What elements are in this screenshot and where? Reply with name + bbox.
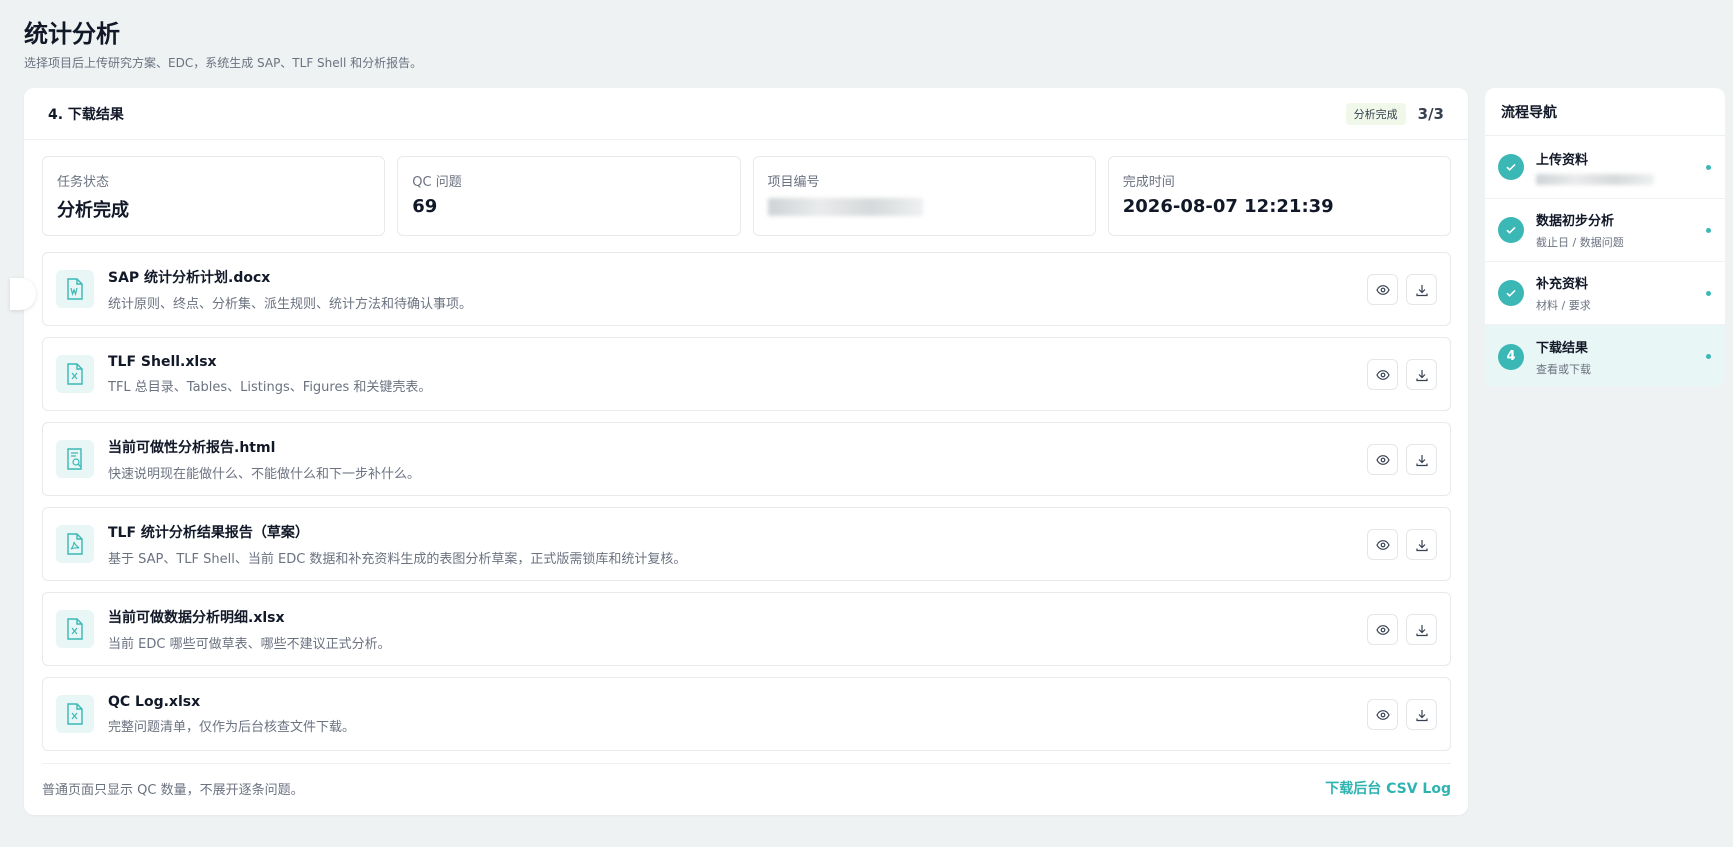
nav-item-upload[interactable]: 上传资料 <box>1485 136 1725 199</box>
preview-button[interactable] <box>1367 274 1398 305</box>
excel-file-icon <box>56 610 94 648</box>
stat-label: QC 问题 <box>412 175 462 190</box>
file-description: TFL 总目录、Tables、Listings、Figures 和关键壳表。 <box>108 379 432 395</box>
preview-button[interactable] <box>1367 529 1398 560</box>
nav-item-sub: 截止日 / 数据问题 <box>1536 236 1624 249</box>
eye-icon <box>1375 539 1390 550</box>
nav-item-sub: 材料 / 要求 <box>1536 299 1591 312</box>
card-footer: 普通页面只显示 QC 数量，不展开逐条问题。 下载后台 CSV Log <box>42 763 1451 798</box>
download-button[interactable] <box>1406 274 1437 305</box>
preview-button[interactable] <box>1367 614 1398 645</box>
preview-button[interactable] <box>1367 359 1398 390</box>
file-name: TLF 统计分析结果报告（草案） <box>108 524 309 541</box>
download-icon <box>1415 284 1428 296</box>
eye-icon <box>1375 624 1390 635</box>
check-icon <box>1498 217 1524 243</box>
file-description: 完整问题清单，仅作为后台核查文件下载。 <box>108 719 356 735</box>
status-dot <box>1706 165 1711 170</box>
download-icon <box>1415 454 1428 466</box>
nav-title: 流程导航 <box>1485 88 1725 136</box>
stat-label: 完成时间 <box>1122 175 1175 190</box>
download-results-card: 4. 下载结果 分析完成 3/3 任务状态 分析完成 QC 问题 69 项目编号… <box>10 88 1468 815</box>
file-description: 统计原则、终点、分析集、派生规则、统计方法和待确认事项。 <box>108 296 473 312</box>
nav-item-label: 上传资料 <box>1536 152 1589 168</box>
file-description: 基于 SAP、TLF Shell、当前 EDC 数据和补充资料生成的表图分析草案… <box>108 551 687 567</box>
file-row-feasibility-report: 当前可做性分析报告.html 快速说明现在能做什么、不能做什么和下一步补什么。 <box>42 422 1451 496</box>
eye-icon <box>1375 709 1390 720</box>
download-button[interactable] <box>1406 529 1437 560</box>
step-title: 4. 下载结果 <box>48 106 124 123</box>
download-button[interactable] <box>1406 444 1437 475</box>
stat-value-redacted <box>767 196 1081 217</box>
status-dot <box>1706 354 1711 359</box>
step-progress: 3/3 <box>1417 104 1444 123</box>
nav-item-supplement[interactable]: 补充资料 材料 / 要求 <box>1485 262 1725 325</box>
file-name: SAP 统计分析计划.docx <box>108 269 271 286</box>
nav-item-label: 补充资料 <box>1536 277 1589 292</box>
nav-item-label: 数据初步分析 <box>1536 214 1615 229</box>
download-button[interactable] <box>1406 359 1437 390</box>
excel-file-icon <box>56 355 94 393</box>
nav-item-initial-analysis[interactable]: 数据初步分析 截止日 / 数据问题 <box>1485 199 1725 262</box>
download-icon <box>1415 539 1428 551</box>
file-description: 快速说明现在能做什么、不能做什么和下一步补什么。 <box>108 466 421 482</box>
file-row-data-analysis-detail: 当前可做数据分析明细.xlsx 当前 EDC 哪些可做草表、哪些不建议正式分析。 <box>42 592 1451 666</box>
nav-item-label: 下载结果 <box>1536 340 1589 356</box>
excel-file-icon <box>56 695 94 733</box>
file-row-sap-docx: SAP 统计分析计划.docx 统计原则、终点、分析集、派生规则、统计方法和待确… <box>42 252 1451 326</box>
footer-note: 普通页面只显示 QC 数量，不展开逐条问题。 <box>42 782 304 798</box>
file-name: QC Log.xlsx <box>108 693 201 710</box>
stat-project-id: 项目编号 <box>752 156 1096 236</box>
nav-item-sub: 查看或下载 <box>1536 362 1591 376</box>
file-name: 当前可做性分析报告.html <box>108 439 276 456</box>
status-dot <box>1706 228 1711 233</box>
card-header: 4. 下载结果 分析完成 3/3 <box>24 88 1468 140</box>
stat-value: 分析完成 <box>57 200 129 221</box>
stat-value: 2026-08-07 12:21:39 <box>1122 196 1334 217</box>
report-search-icon <box>56 440 94 478</box>
download-button[interactable] <box>1406 699 1437 730</box>
word-file-icon <box>56 270 94 308</box>
page-title: 统计分析 <box>24 20 120 48</box>
file-row-tlf-report-draft: TLF 统计分析结果报告（草案） 基于 SAP、TLF Shell、当前 EDC… <box>42 507 1451 581</box>
nav-item-sub-redacted <box>1536 173 1654 186</box>
page-subtitle: 选择项目后上传研究方案、EDC，系统生成 SAP、TLF Shell 和分析报告… <box>24 56 423 70</box>
redacted-project-id <box>767 198 923 216</box>
stat-label: 项目编号 <box>767 175 820 190</box>
nav-item-download[interactable]: 4 下载结果 查看或下载 <box>1485 325 1725 387</box>
file-row-qc-log: QC Log.xlsx 完整问题清单，仅作为后台核查文件下载。 <box>42 677 1451 751</box>
status-badge: 分析完成 <box>1345 102 1406 125</box>
file-name: 当前可做数据分析明细.xlsx <box>108 609 285 626</box>
preview-button[interactable] <box>1367 699 1398 730</box>
stat-task-status: 任务状态 分析完成 <box>42 156 386 236</box>
stat-qc-issues: QC 问题 69 <box>397 156 741 236</box>
file-list: SAP 统计分析计划.docx 统计原则、终点、分析集、派生规则、统计方法和待确… <box>24 236 1468 751</box>
download-csv-log-link[interactable]: 下载后台 CSV Log <box>1325 778 1451 798</box>
download-button[interactable] <box>1406 614 1437 645</box>
stat-completion-time: 完成时间 2026-08-07 12:21:39 <box>1107 156 1451 236</box>
eye-icon <box>1375 454 1390 465</box>
status-dot <box>1706 291 1711 296</box>
step-number: 4 <box>1498 343 1524 370</box>
download-icon <box>1415 369 1428 381</box>
workflow-nav: 流程导航 上传资料 数据初步分析 截止日 / 数据问题 补充资料 材料 / 要求 <box>1485 88 1725 387</box>
file-row-tlf-shell: TLF Shell.xlsx TFL 总目录、Tables、Listings、F… <box>42 337 1451 411</box>
check-icon <box>1498 280 1524 306</box>
stats-row: 任务状态 分析完成 QC 问题 69 项目编号 完成时间 2026-08-07 … <box>24 140 1468 236</box>
file-name: TLF Shell.xlsx <box>108 353 217 370</box>
download-icon <box>1415 624 1428 636</box>
file-description: 当前 EDC 哪些可做草表、哪些不建议正式分析。 <box>108 636 391 652</box>
eye-icon <box>1375 284 1390 295</box>
pdf-file-icon <box>56 525 94 563</box>
redacted-upload-summary <box>1536 174 1654 185</box>
eye-icon <box>1375 369 1390 380</box>
download-icon <box>1415 709 1428 721</box>
check-icon <box>1498 154 1524 180</box>
stat-label: 任务状态 <box>57 175 110 190</box>
stat-value: 69 <box>412 196 438 217</box>
preview-button[interactable] <box>1367 444 1398 475</box>
